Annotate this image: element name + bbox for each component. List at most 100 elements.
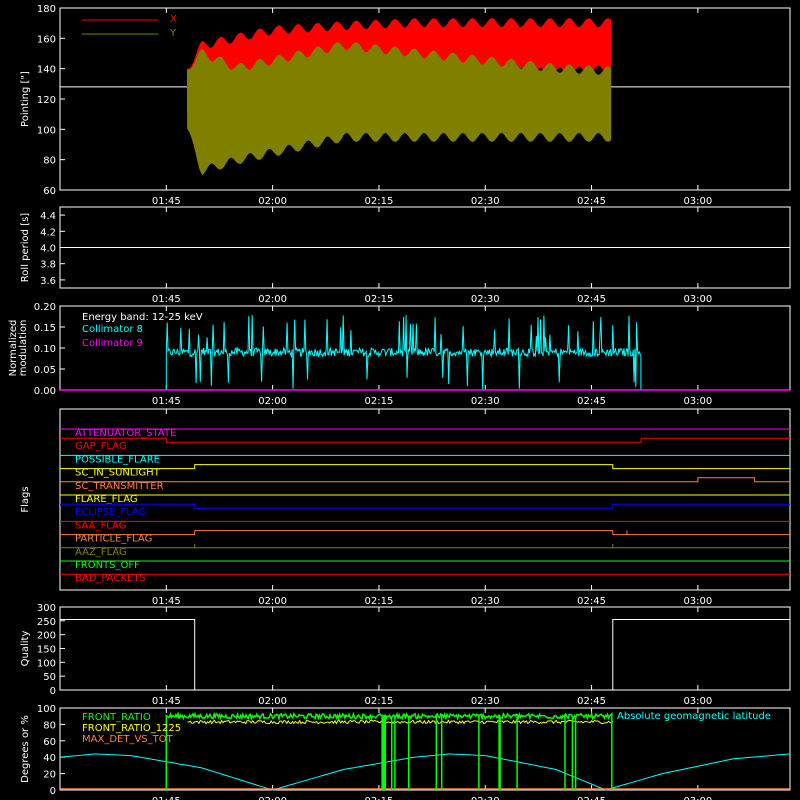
modulation-x-tick-label: 02:00 [258,396,287,407]
modulation-x-tick-label: 02:45 [577,396,606,407]
flag-label-fronts-off: FRONTS_OFF [75,560,140,571]
legend-label-collimator-8: Collimator 8 [82,324,143,335]
modulation-y-tick-label: 0.05 [34,365,56,376]
roll-x-tick-label: 02:15 [365,294,394,305]
modulation-legend-title: Energy band: 12-25 keV [82,312,203,323]
pointing-y-tick-label: 160 [37,34,56,45]
quality-y-label: Quality [20,631,31,667]
flags-y-label: Flags [20,486,31,512]
ratios-y-tick-label: 80 [43,720,56,731]
quality-y-tick-label: 150 [37,645,56,656]
quality-y-tick-label: 300 [37,603,56,614]
flag-label-possible-flare: POSSIBLE_FLARE [75,454,160,465]
flag-label-sc-transmitter: SC_TRANSMITTER [75,481,164,492]
ratios-y-tick-label: 60 [43,737,56,748]
modulation-x-tick-label: 01:45 [152,396,181,407]
quality-x-tick-label: 01:45 [152,696,181,707]
geomagnetic-latitude-line [59,753,791,791]
ratios-y-tick-label: 100 [37,704,56,715]
quality-line [60,619,790,691]
flags-x-tick-label: 02:15 [365,596,394,607]
plot-canvas: 01:45 02:00 02:15 02:30 02:45 03:00 Pointing [… [8,4,791,800]
ratio-legend-1: FRONT_RATIO_1225 [82,723,181,734]
roll-y-tick-label: 3.8 [40,260,56,271]
quality-y-tick-label: 0 [50,686,56,697]
roll-x-tick-label: 01:45 [152,294,181,305]
flag-label-saa-flag: SAA_FLAG [75,520,126,531]
quality-x-tick-label: 03:00 [683,696,712,707]
flag-line-sc-in-sunlight [60,464,790,470]
ratios-x-tick-label: 02:30 [471,796,500,800]
legend-label-x: X [170,14,177,25]
modulation-y-tick-label: 0.00 [34,386,56,397]
pointing-x-tick-label: 02:15 [365,196,394,207]
ratios-x-tick-label: 02:00 [258,796,287,800]
pointing-x-tick-label: 03:00 [683,196,712,207]
ratios-x-tick-label: 02:45 [577,796,606,800]
flag-label-gap-flag: GAP_FLAG [75,441,127,452]
flags-x-tick-label: 01:45 [152,596,181,607]
flag-label-bad-packets: BAD_PACKETS [75,573,146,584]
roll-x-tick-label: 02:30 [471,294,500,305]
modulation-x-tick-label: 03:00 [683,396,712,407]
flags-x-tick-label: 03:00 [683,596,712,607]
flag-line-sc-transmitter [60,477,790,483]
modulation-y-tick-label: 0.15 [34,323,56,334]
pointing-x-tick-label: 02:30 [471,196,500,207]
ratios-x-tick-label: 01:45 [152,796,181,800]
flag-label-aaz-flag: AAZ_FLAG [75,547,127,558]
quality-y-tick-label: 100 [37,658,56,669]
modulation-x-tick-label: 02:30 [471,396,500,407]
flag-label-particle-flag: PARTICLE_FLAG [75,534,152,545]
modulation-x-tick-label: 02:15 [365,396,394,407]
modulation-y-label-2: modulation [18,320,29,377]
roll-y-tick-label: 3.6 [40,276,56,287]
quality-x-tick-label: 02:30 [471,696,500,707]
pointing-y-tick-label: 140 [37,65,56,76]
pointing-x-tick-label: 01:45 [152,196,181,207]
collimator-8-line [165,314,642,390]
ratios-y-label: Degrees or % [20,715,31,783]
pointing-y-label: Pointing ["] [20,71,31,127]
flag-label-attenuator-state: ATTENUATOR_STATE [75,428,176,439]
quality-x-tick-label: 02:15 [365,696,394,707]
flag-label-eclipse-flag: ECLIPSE_FLAG [75,507,146,518]
flags-x-tick-label: 02:45 [577,596,606,607]
pointing-y-tick-label: 180 [37,4,56,15]
roll-x-tick-label: 03:00 [683,294,712,305]
flag-line-particle-flag [60,530,790,536]
front-ratio-1225-line [187,719,614,725]
front-ratio-line [165,711,613,790]
ratio-legend-2: MAX_DET_VS_TOT [82,734,174,745]
pointing-x-tick-label: 02:00 [258,196,287,207]
flags-x-tick-label: 02:00 [258,596,287,607]
pointing-y-tick-label: 60 [43,186,56,197]
ratios-x-tick-label: 02:15 [365,796,394,800]
pointing-y-tick-label: 100 [37,125,56,136]
ratios-y-tick-label: 20 [43,770,56,781]
roll-y-tick-label: 4.2 [40,227,56,238]
ratios-y-tick-label: 0 [50,786,56,797]
roll-y-tick-label: 4.0 [40,244,56,255]
pointing-y-tick-label: 120 [37,95,56,106]
flag-line-aaz-flag [60,543,790,549]
legend-label-collimator-9: Collimator 9 [82,338,143,349]
roll-y-tick-label: 4.4 [40,211,56,222]
ratio-legend-0: FRONT_RATIO [82,712,151,723]
modulation-y-tick-label: 0.20 [34,302,56,313]
flag-label-sc-in-sunlight: SC_IN_SUNLIGHT [75,468,161,479]
ratios-x-tick-label: 03:00 [683,796,712,800]
quality-y-tick-label: 50 [43,672,56,683]
pointing-x-tick-label: 02:45 [577,196,606,207]
quality-y-tick-label: 200 [37,631,56,642]
pointing-y-tick-label: 80 [43,156,56,167]
quality-y-tick-label: 250 [37,617,56,628]
quality-x-tick-label: 02:45 [577,696,606,707]
roll-x-tick-label: 02:00 [258,294,287,305]
ratios-y-tick-label: 40 [43,753,56,764]
legend-label-y: Y [169,28,177,39]
ratio-legend-latitude: Absolute geomagnetic latitude [617,711,771,722]
flags-x-tick-label: 02:30 [471,596,500,607]
roll-y-label: Roll period [s] [20,213,31,282]
roll-x-tick-label: 02:45 [577,294,606,305]
